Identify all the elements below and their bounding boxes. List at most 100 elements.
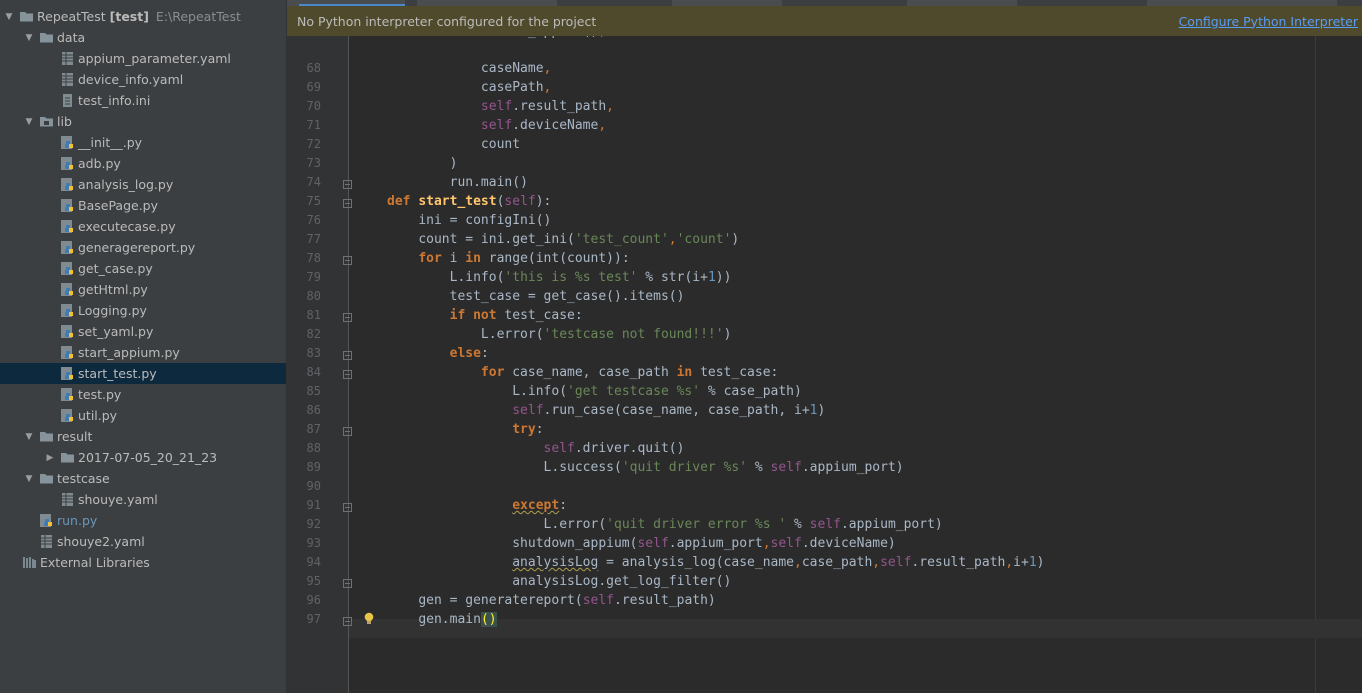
code-token: try <box>512 422 536 437</box>
code-line: try: <box>387 420 543 439</box>
code-token: , <box>872 555 881 570</box>
tree-item[interactable]: generagereport.py <box>0 237 286 258</box>
yaml-file-icon <box>60 51 75 66</box>
tree-item[interactable]: Logging.py <box>0 300 286 321</box>
tree-item[interactable]: __init__.py <box>0 132 286 153</box>
tree-item-label: shouye2.yaml <box>57 534 145 549</box>
line-number: 97 <box>306 612 321 626</box>
line-number: 84 <box>306 365 321 379</box>
python-file-icon <box>60 387 75 402</box>
tree-item[interactable]: shouye2.yaml <box>0 531 286 552</box>
code-line: except: <box>387 496 567 515</box>
fold-marker-icon[interactable] <box>343 577 352 588</box>
line-number: 78 <box>306 251 321 265</box>
code-token: i <box>441 251 466 266</box>
project-tree[interactable]: ▼ RepeatTest [test] E:\RepeatTest ▼ data a… <box>0 0 287 693</box>
line-number: 86 <box>306 403 321 417</box>
code-line: def start_test(self): <box>387 192 551 211</box>
folder-icon <box>39 30 54 45</box>
code-token: ) <box>723 327 732 342</box>
fold-marker-icon[interactable] <box>343 311 352 322</box>
tree-item[interactable]: adb.py <box>0 153 286 174</box>
tree-item[interactable]: start_appium.py <box>0 342 286 363</box>
code-token: % case_path) <box>700 384 802 399</box>
intention-bulb-icon[interactable] <box>363 612 375 626</box>
tree-item[interactable]: appium_parameter.yaml <box>0 48 286 69</box>
tree-item-label: testcase <box>57 471 110 486</box>
tree-item[interactable]: ▶ 2017-07-05_20_21_23 <box>0 447 286 468</box>
tree-item-label: External Libraries <box>40 555 150 570</box>
tree-item[interactable]: ▼ data <box>0 27 286 48</box>
code-token: analysisLog.get_log_filter() <box>512 574 732 589</box>
tree-item[interactable]: test.py <box>0 384 286 405</box>
configure-interpreter-link[interactable]: Configure Python Interpreter <box>1179 14 1358 29</box>
expand-arrow-icon[interactable]: ▶ <box>44 452 56 464</box>
fold-marker-icon[interactable] <box>343 615 352 626</box>
code-token: gen.main <box>418 612 481 627</box>
code-line: L.error('testcase not found!!!') <box>387 325 731 344</box>
code-token: ) <box>449 156 458 171</box>
tree-item-label: util.py <box>78 408 118 423</box>
tree-item[interactable]: ▼ testcase <box>0 468 286 489</box>
package-folder-icon <box>39 114 54 129</box>
code-line: L.info('get testcase %s' % case_path) <box>387 382 802 401</box>
code-line: for case_name, case_path in test_case: <box>387 363 778 382</box>
code-token: L.info( <box>449 270 505 285</box>
tree-item[interactable]: get_case.py <box>0 258 286 279</box>
code-line: self.result_path, <box>387 97 614 116</box>
collapse-arrow-icon[interactable]: ▼ <box>23 32 35 44</box>
expand-arrow-icon[interactable]: ▼ <box>3 11 15 23</box>
tree-item[interactable]: getHtml.py <box>0 279 286 300</box>
code-token: count <box>480 137 521 152</box>
collapse-arrow-icon[interactable]: ▼ <box>23 473 35 485</box>
tree-item-label: start_test.py <box>78 366 157 381</box>
tree-item[interactable]: shouye.yaml <box>0 489 286 510</box>
code-token: for <box>418 251 442 266</box>
code-token: , <box>606 99 614 114</box>
tree-item[interactable]: set_yaml.py <box>0 321 286 342</box>
code-token: % <box>747 460 771 475</box>
python-file-icon <box>60 303 75 318</box>
tree-item[interactable]: run.py <box>0 510 286 531</box>
code-token: ini = configIni() <box>418 213 552 228</box>
fold-marker-icon[interactable] <box>343 197 352 208</box>
code-area[interactable]: self.start_appium(), 68 caseName, 69 case… <box>287 36 1362 693</box>
fold-marker-icon[interactable] <box>343 425 352 436</box>
fold-marker-icon[interactable] <box>343 368 352 379</box>
code-token: self <box>543 441 575 456</box>
tree-item[interactable]: device_info.yaml <box>0 69 286 90</box>
collapse-arrow-icon[interactable]: ▼ <box>23 116 35 128</box>
tree-item-label: result <box>57 429 93 444</box>
code-line: for i in range(int(count)): <box>387 249 629 268</box>
tree-item[interactable]: analysis_log.py <box>0 174 286 195</box>
line-number: 83 <box>306 346 321 360</box>
tree-item[interactable]: BasePage.py <box>0 195 286 216</box>
fold-marker-icon[interactable] <box>343 501 352 512</box>
code-line: L.success('quit driver %s' % self.appium… <box>387 458 904 477</box>
fold-marker-icon[interactable] <box>343 349 352 360</box>
tree-item[interactable]: util.py <box>0 405 286 426</box>
tree-item[interactable]: test_info.ini <box>0 90 286 111</box>
python-file-icon <box>60 219 75 234</box>
tree-item[interactable]: start_test.py <box>0 363 286 384</box>
line-number: 85 <box>306 384 321 398</box>
collapse-arrow-icon[interactable]: ▼ <box>23 431 35 443</box>
fold-marker-icon[interactable] <box>343 178 352 189</box>
tree-item[interactable]: executecase.py <box>0 216 286 237</box>
tree-item-label: Logging.py <box>78 303 147 318</box>
tree-item[interactable]: External Libraries <box>0 552 286 573</box>
tree-root[interactable]: ▼ RepeatTest [test] E:\RepeatTest <box>0 6 286 27</box>
tree-item-label: getHtml.py <box>78 282 148 297</box>
code-line-partial: self.start_appium(), <box>387 36 607 41</box>
tree-item[interactable]: ▼ result <box>0 426 286 447</box>
fold-marker-icon[interactable] <box>343 254 352 265</box>
tree-item[interactable]: ▼ lib <box>0 111 286 132</box>
